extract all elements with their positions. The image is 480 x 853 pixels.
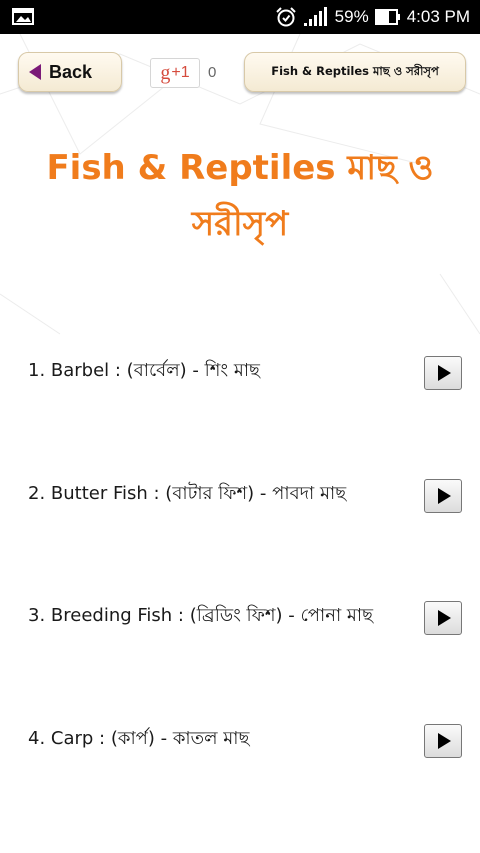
battery-percent: 59% bbox=[334, 7, 369, 26]
image-notification-icon bbox=[12, 8, 34, 25]
plus-one-label: +1 bbox=[171, 64, 190, 81]
list-item: 1. Barbel : (বার্বেল) - শিং মাছ bbox=[0, 340, 480, 400]
play-icon bbox=[438, 610, 451, 626]
play-icon bbox=[438, 488, 451, 504]
back-button[interactable]: Back bbox=[18, 52, 122, 92]
page-title: Fish & Reptiles মাছ ও সরীসৃপ bbox=[46, 148, 434, 244]
status-icons: 59% 4:03 PM bbox=[275, 0, 470, 34]
status-bar: 59% 4:03 PM bbox=[0, 0, 480, 34]
word-entry-text: 2. Butter Fish : (বাটার ফিশ) - পাবদা মাছ bbox=[28, 483, 347, 504]
play-icon bbox=[438, 733, 451, 749]
signal-icon bbox=[303, 7, 327, 26]
google-plus-one-button[interactable]: g +1 bbox=[150, 58, 200, 88]
word-entry-text: 3. Breeding Fish : (ব্রিডিং ফিশ) - পোনা … bbox=[28, 605, 374, 626]
plus-one-count: 0 bbox=[208, 64, 217, 81]
list-item: 2. Butter Fish : (বাটার ফিশ) - পাবদা মাছ bbox=[0, 463, 480, 523]
word-entry-text: 1. Barbel : (বার্বেল) - শিং মাছ bbox=[28, 360, 260, 381]
list-item: 3. Breeding Fish : (ব্রিডিং ফিশ) - পোনা … bbox=[0, 585, 480, 645]
play-icon bbox=[438, 365, 451, 381]
word-entry-text: 4. Carp : (কার্প) - কাতল মাছ bbox=[28, 728, 250, 749]
clock: 4:03 PM bbox=[406, 7, 470, 26]
toolbar: Back g +1 0 Fish & Reptiles মাছ ও সরীসৃপ bbox=[0, 34, 480, 118]
play-button[interactable] bbox=[424, 356, 462, 390]
back-button-label: Back bbox=[49, 61, 93, 82]
play-button[interactable] bbox=[424, 479, 462, 513]
google-plus-icon: g bbox=[160, 61, 171, 84]
play-button[interactable] bbox=[424, 601, 462, 635]
play-button[interactable] bbox=[424, 724, 462, 758]
list-item: 4. Carp : (কার্প) - কাতল মাছ bbox=[0, 708, 480, 768]
battery-icon bbox=[374, 9, 400, 25]
back-arrow-icon bbox=[29, 64, 41, 80]
category-title-chip[interactable]: Fish & Reptiles মাছ ও সরীসৃপ bbox=[244, 52, 466, 92]
alarm-icon bbox=[275, 7, 296, 27]
